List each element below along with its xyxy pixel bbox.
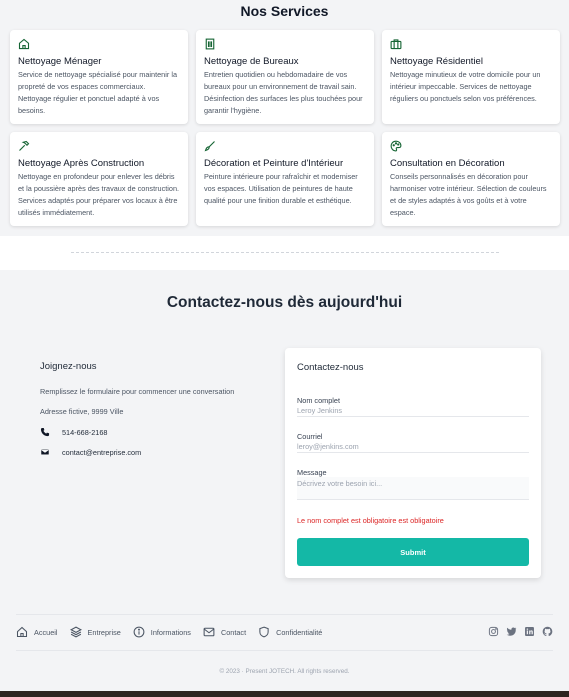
footer-link-label: Informations bbox=[150, 627, 191, 637]
service-card-title: Décoration et Peinture d'Intérieur bbox=[204, 158, 344, 169]
form-title: Contactez-nous bbox=[297, 362, 364, 373]
service-card-title: Nettoyage de Bureaux bbox=[204, 56, 299, 67]
linkedin-icon[interactable] bbox=[524, 626, 535, 637]
service-card-title: Nettoyage Après Construction bbox=[18, 158, 145, 169]
email-address[interactable]: contact@entreprise.com bbox=[62, 448, 141, 457]
social-links bbox=[481, 626, 553, 637]
message-label: Message bbox=[297, 468, 327, 477]
service-card-desc: Service de nettoyage spécialisé pour mai… bbox=[18, 70, 177, 115]
footer-link-label: Accueil bbox=[34, 627, 58, 637]
contact-title: Contactez-nous dès aujourd'hui bbox=[166, 294, 403, 311]
service-card-decoration-peinture: Décoration et Peinture d'Intérieur Peint… bbox=[196, 132, 374, 226]
service-card-title: Consultation en Décoration bbox=[390, 158, 505, 169]
services-section: Nos Services Nettoyage Ménager Service d… bbox=[0, 0, 569, 236]
name-label: Nom complet bbox=[297, 396, 340, 405]
footer-link-label: Confidentialité bbox=[276, 627, 323, 637]
name-error-message: Le nom complet est obligatoire est oblig… bbox=[297, 516, 444, 525]
service-card-desc: Conseils personnalisés en décoration pou… bbox=[390, 172, 547, 217]
footer-nav: Accueil Entreprise Informations Contact … bbox=[16, 626, 334, 638]
instagram-icon[interactable] bbox=[488, 626, 499, 637]
service-card-nettoyage-menager: Nettoyage Ménager Service de nettoyage s… bbox=[10, 30, 188, 124]
service-card-nettoyage-bureaux: Nettoyage de Bureaux Entretien quotidien… bbox=[196, 30, 374, 124]
footer-link-accueil[interactable]: Accueil bbox=[16, 626, 58, 638]
footer-link-entreprise[interactable]: Entreprise bbox=[69, 626, 121, 638]
shield-icon bbox=[258, 626, 270, 638]
section-divider-band bbox=[0, 236, 569, 270]
paint-brush-icon bbox=[204, 140, 216, 152]
mail-icon bbox=[203, 626, 215, 638]
info-icon bbox=[133, 626, 145, 638]
palette-icon bbox=[390, 140, 402, 152]
message-textarea[interactable] bbox=[297, 477, 529, 500]
briefcase-icon bbox=[390, 38, 402, 50]
join-title: Joignez-nous bbox=[40, 361, 97, 372]
submit-button[interactable]: Submit bbox=[297, 538, 529, 566]
email-label: Courriel bbox=[297, 432, 323, 441]
footer: Accueil Entreprise Informations Contact … bbox=[0, 590, 569, 691]
footer-link-confidentialite[interactable]: Confidentialité bbox=[258, 626, 322, 638]
contact-section: Contactez-nous dès aujourd'hui Joignez-n… bbox=[0, 270, 569, 590]
github-icon[interactable] bbox=[542, 626, 553, 637]
home-icon bbox=[18, 38, 30, 50]
envelope-icon bbox=[40, 447, 50, 457]
footer-link-informations[interactable]: Informations bbox=[133, 626, 191, 638]
building-icon bbox=[204, 38, 216, 50]
hammer-icon bbox=[18, 140, 30, 152]
twitter-icon[interactable] bbox=[506, 626, 517, 637]
dashed-divider bbox=[71, 252, 499, 253]
join-description: Remplissez le formulaire pour commencer … bbox=[40, 387, 235, 396]
home-icon bbox=[16, 626, 28, 638]
email-input[interactable] bbox=[297, 441, 529, 453]
service-card-nettoyage-apres-construction: Nettoyage Après Construction Nettoyage e… bbox=[10, 132, 188, 226]
footer-link-contact[interactable]: Contact bbox=[203, 626, 246, 638]
phone-number[interactable]: 514-668-2168 bbox=[62, 428, 107, 437]
services-title: Nos Services bbox=[240, 3, 329, 19]
footer-link-label: Entreprise bbox=[87, 627, 121, 637]
footer-divider-bottom bbox=[16, 650, 553, 651]
stack-icon bbox=[69, 626, 82, 638]
service-card-title: Nettoyage Résidentiel bbox=[390, 56, 483, 67]
service-card-consultation-decoration: Consultation en Décoration Conseils pers… bbox=[382, 132, 560, 226]
service-card-desc: Nettoyage minutieux de votre domicile po… bbox=[390, 70, 541, 103]
service-card-nettoyage-residentiel: Nettoyage Résidentiel Nettoyage minutieu… bbox=[382, 30, 560, 124]
footer-divider-top bbox=[16, 614, 553, 615]
contact-form: Contactez-nous Nom complet Courriel Mess… bbox=[285, 348, 541, 578]
bottom-border bbox=[0, 691, 569, 697]
service-card-desc: Nettoyage en profondeur pour enlever les… bbox=[18, 172, 180, 217]
copyright: © 2023 · Present JOTECH. All rights rese… bbox=[219, 668, 350, 675]
join-address: Adresse fictive, 9999 Ville bbox=[40, 407, 124, 416]
service-card-desc: Entretien quotidien ou hebdomadaire de v… bbox=[204, 70, 363, 115]
name-input[interactable] bbox=[297, 405, 529, 417]
service-card-title: Nettoyage Ménager bbox=[18, 56, 102, 67]
footer-link-label: Contact bbox=[220, 627, 247, 637]
phone-row[interactable]: 514-668-2168 bbox=[40, 427, 107, 437]
email-row[interactable]: contact@entreprise.com bbox=[40, 447, 141, 457]
service-card-desc: Peinture intérieure pour rafraîchir et m… bbox=[204, 172, 358, 205]
phone-icon bbox=[40, 427, 50, 437]
